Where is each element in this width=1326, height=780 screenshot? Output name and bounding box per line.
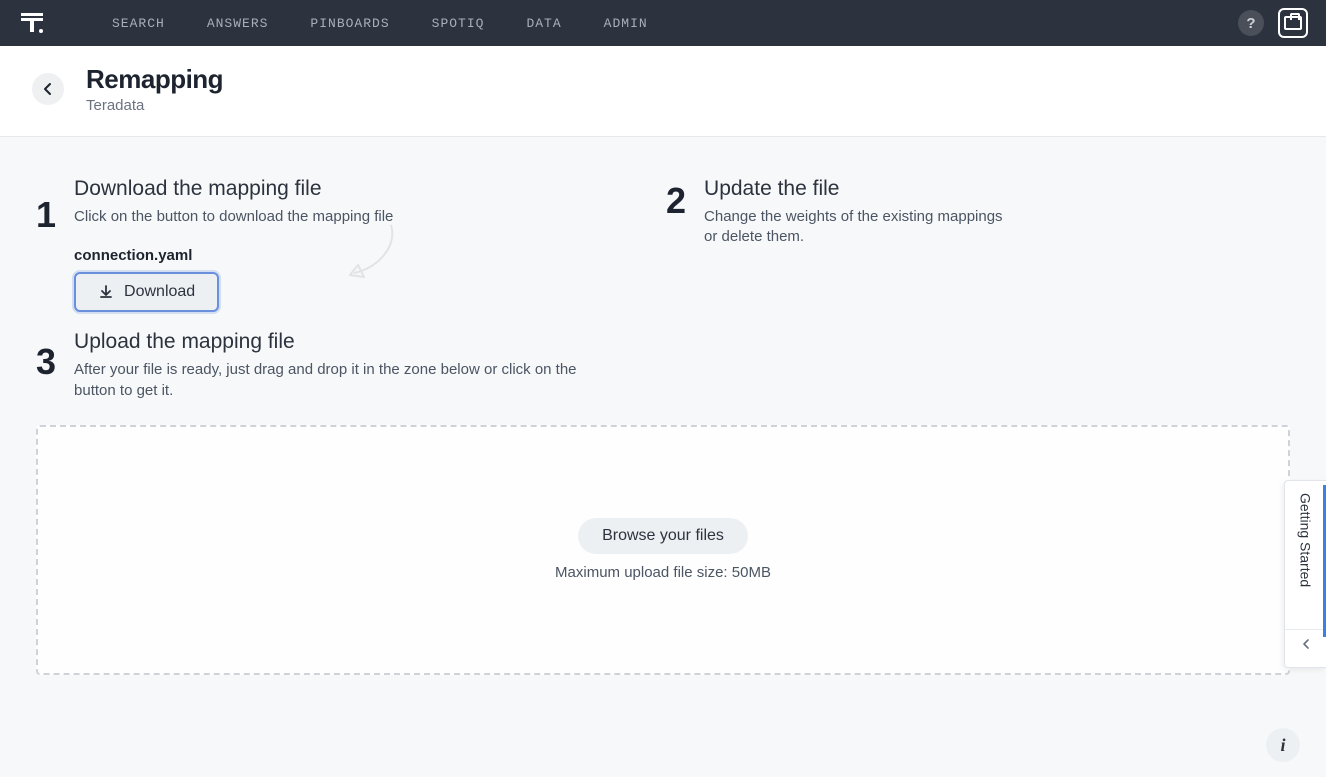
nav-data[interactable]: DATA — [526, 16, 561, 31]
step-1: 1 Download the mapping file Click on the… — [36, 177, 596, 312]
step-1-desc: Click on the button to download the mapp… — [74, 207, 393, 227]
briefcase-icon — [1284, 16, 1302, 30]
step-2: 2 Update the file Change the weights of … — [666, 177, 1004, 312]
step-1-number: 1 — [36, 197, 56, 312]
info-icon: i — [1280, 735, 1285, 756]
download-file-name: connection.yaml — [74, 247, 393, 264]
app-logo[interactable] — [18, 9, 46, 37]
nav-spotiq[interactable]: SPOTIQ — [432, 16, 485, 31]
upload-dropzone[interactable]: Browse your files Maximum upload file si… — [36, 425, 1290, 675]
getting-started-tab[interactable]: Getting Started — [1284, 480, 1326, 668]
page-subtitle: Teradata — [86, 97, 223, 114]
back-button[interactable] — [32, 73, 64, 105]
content-area: 1 Download the mapping file Click on the… — [0, 137, 1326, 777]
side-tab-collapse[interactable] — [1285, 629, 1326, 657]
page-title: Remapping — [86, 64, 223, 95]
download-button-label: Download — [124, 283, 195, 301]
step-3-title: Upload the mapping file — [74, 330, 594, 354]
step-3-desc: After your file is ready, just drag and … — [74, 360, 594, 401]
download-button[interactable]: Download — [74, 272, 219, 312]
step-1-title: Download the mapping file — [74, 177, 393, 201]
upload-size-hint: Maximum upload file size: 50MB — [555, 564, 771, 581]
chevron-left-icon — [1300, 638, 1312, 650]
top-nav: SEARCH ANSWERS PINBOARDS SPOTIQ DATA ADM… — [0, 0, 1326, 46]
info-button[interactable]: i — [1266, 728, 1300, 762]
nav-links: SEARCH ANSWERS PINBOARDS SPOTIQ DATA ADM… — [112, 16, 648, 31]
download-icon — [98, 284, 114, 300]
step-3: 3 Upload the mapping file After your fil… — [36, 330, 594, 401]
browse-files-button[interactable]: Browse your files — [578, 518, 748, 554]
nav-answers[interactable]: ANSWERS — [207, 16, 269, 31]
step-3-number: 3 — [36, 344, 56, 401]
getting-started-label: Getting Started — [1298, 491, 1314, 621]
nav-admin[interactable]: ADMIN — [604, 16, 648, 31]
nav-search[interactable]: SEARCH — [112, 16, 165, 31]
help-icon[interactable]: ? — [1238, 10, 1264, 36]
chevron-left-icon — [41, 82, 55, 96]
step-2-title: Update the file — [704, 177, 1004, 201]
step-2-desc: Change the weights of the existing mappi… — [704, 207, 1004, 248]
step-2-number: 2 — [666, 183, 686, 312]
page-header: Remapping Teradata — [0, 46, 1326, 137]
nav-pinboards[interactable]: PINBOARDS — [310, 16, 389, 31]
user-avatar[interactable] — [1278, 8, 1308, 38]
